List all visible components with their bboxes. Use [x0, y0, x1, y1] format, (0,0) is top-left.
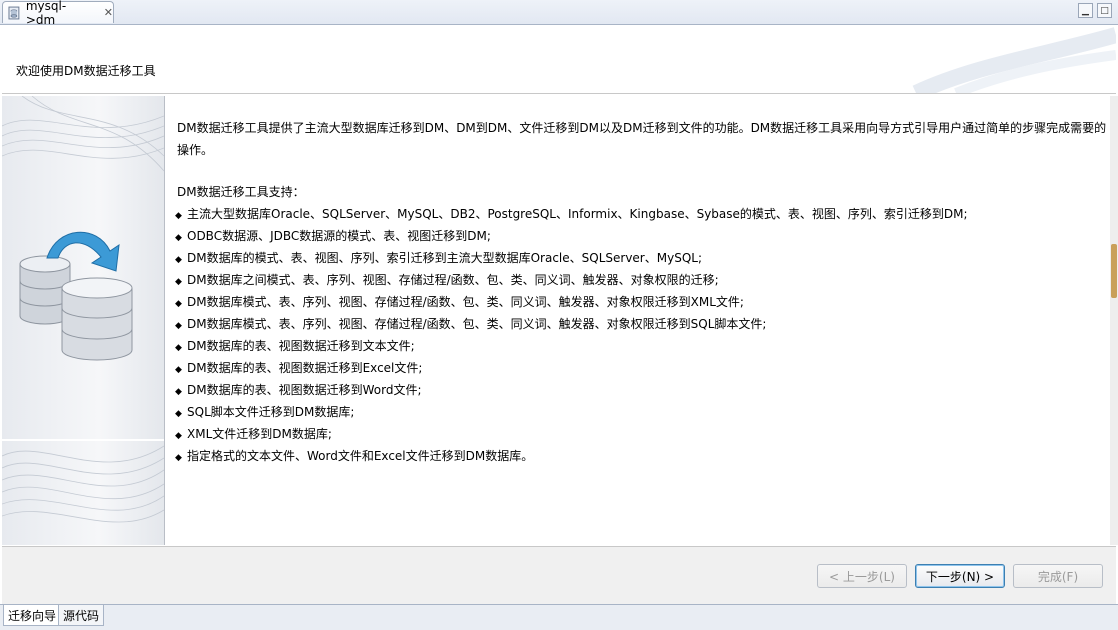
editor-tab-title: mysql->dm [25, 0, 67, 27]
bullet-icon: ◆ [175, 299, 182, 309]
window-controls: ▁ □ [1078, 3, 1112, 18]
bullet-icon: ◆ [175, 211, 182, 221]
support-title: DM数据迁移工具支持： [177, 185, 305, 199]
bullet-icon: ◆ [175, 431, 182, 441]
minimize-icon[interactable]: ▁ [1078, 3, 1093, 18]
editor-tab-mysql-dm[interactable]: mysql->dm ✕ [2, 0, 114, 27]
vertical-scrollbar[interactable] [1110, 96, 1118, 545]
editor-tab-strip: mysql->dm ✕ ▁ □ [0, 0, 1118, 27]
bullet-icon: ◆ [175, 387, 182, 397]
feature-list: ◆ 主流大型数据库Oracle、SQLServer、MySQL、DB2、Postg… [175, 203, 968, 467]
database-migration-icon [2, 96, 164, 523]
list-item: ◆ 主流大型数据库Oracle、SQLServer、MySQL、DB2、Postg… [175, 203, 968, 225]
bullet-icon: ◆ [175, 321, 182, 331]
finish-button[interactable]: 完成(F) [1013, 564, 1103, 588]
page-title: 欢迎使用DM数据迁移工具 [16, 64, 156, 78]
bullet-icon: ◆ [175, 453, 182, 463]
tab-source-code[interactable]: 源代码 [58, 605, 105, 626]
wizard-button-bar: < 上一步(L) 下一步(N) > 完成(F) [2, 546, 1116, 605]
bullet-icon: ◆ [175, 409, 182, 419]
list-item: ◆ ODBC数据源、JDBC数据源的模式、表、视图迁移到DM; [175, 225, 968, 247]
list-item: ◆ DM数据库的表、视图数据迁移到文本文件; [175, 335, 968, 357]
bullet-icon: ◆ [175, 343, 182, 353]
close-icon[interactable]: ✕ [104, 6, 113, 19]
bullet-icon: ◆ [175, 255, 182, 265]
bullet-icon: ◆ [175, 365, 182, 375]
list-item: ◆ DM数据库的表、视图数据迁移到Excel文件; [175, 357, 968, 379]
bullet-icon: ◆ [175, 277, 182, 287]
list-item: ◆ DM数据库模式、表、序列、视图、存储过程/函数、包、类、同义词、触发器、对象权… [175, 313, 968, 335]
next-button[interactable]: 下一步(N) > [915, 564, 1005, 588]
list-item: ◆ DM数据库的模式、表、视图、序列、索引迁移到主流大型数据库Oracle、SQL… [175, 247, 968, 269]
tab-migration-wizard[interactable]: 迁移向导 [3, 605, 62, 626]
prev-button[interactable]: < 上一步(L) [817, 564, 907, 588]
list-item: ◆ XML文件迁移到DM数据库; [175, 423, 968, 445]
wizard-header: 欢迎使用DM数据迁移工具 [2, 25, 1116, 94]
list-item: ◆ DM数据库模式、表、序列、视图、存储过程/函数、包、类、同义词、触发器、对象权… [175, 291, 968, 313]
list-item: ◆ 指定格式的文本文件、Word文件和Excel文件迁移到DM数据库。 [175, 445, 968, 467]
bullet-icon: ◆ [175, 233, 182, 243]
list-item: ◆ DM数据库之间模式、表、序列、视图、存储过程/函数、包、类、同义词、触发器、对… [175, 269, 968, 291]
intro-text: DM数据迁移工具提供了主流大型数据库迁移到DM、DM到DM、文件迁移到DM以及D… [177, 121, 1107, 157]
wizard-content: DM数据迁移工具提供了主流大型数据库迁移到DM、DM到DM、文件迁移到DM以及D… [166, 96, 1106, 545]
header-decoration [912, 27, 1116, 93]
list-item: ◆ DM数据库的表、视图数据迁移到Word文件; [175, 379, 968, 401]
wizard-side-image [2, 96, 165, 545]
scrollbar-thumb[interactable] [1111, 244, 1117, 298]
migration-file-icon [8, 6, 20, 19]
maximize-icon[interactable]: □ [1097, 3, 1112, 18]
bottom-tab-strip: 迁移向导 源代码 [0, 604, 1118, 630]
list-item: ◆ SQL脚本文件迁移到DM数据库; [175, 401, 968, 423]
